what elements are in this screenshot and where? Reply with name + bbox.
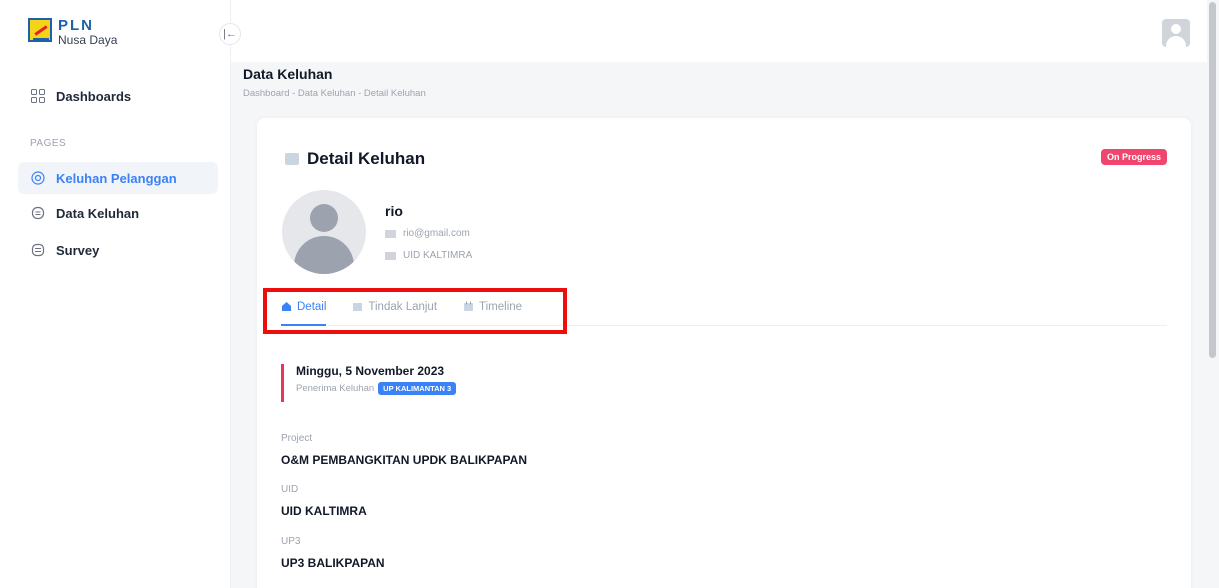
card-icon: [385, 251, 396, 260]
card-title-text: Detail Keluhan: [307, 149, 426, 168]
pln-logo[interactable]: PLN Nusa Daya: [28, 18, 117, 46]
complaint-date: Minggu, 5 November 2023: [296, 364, 445, 378]
topbar: [231, 0, 1207, 62]
field-value-up3: UP3 BALIKPAPAN: [281, 556, 385, 570]
mail-icon: [385, 229, 396, 238]
field-value-project: O&M PEMBANGKITAN UPDK BALIKPAPAN: [281, 453, 527, 467]
receiver-row: Penerima Keluhan UP KALIMANTAN 3: [296, 382, 457, 395]
field-label-project: Project: [281, 433, 313, 444]
receiver-label: Penerima Keluhan: [296, 383, 375, 394]
brand-subtitle: Nusa Daya: [58, 33, 118, 47]
profile-avatar: [282, 190, 366, 274]
pln-logo-icon: [28, 18, 52, 42]
collapse-sidebar-button[interactable]: |←: [219, 23, 241, 45]
sidebar-item-keluhan-pelanggan[interactable]: Keluhan Pelanggan: [18, 162, 218, 194]
sidebar: PLN Nusa Daya Dashboards PAGES Keluhan P…: [0, 0, 231, 588]
field-label-up3: UP3: [281, 536, 301, 547]
profile-email: rio@gmail.com: [385, 228, 470, 239]
profile-email-text: rio@gmail.com: [403, 228, 470, 239]
sidebar-item-dashboards[interactable]: Dashboards: [18, 80, 218, 112]
brand-name: PLN: [58, 17, 94, 34]
complaint-date-block: Minggu, 5 November 2023 Penerima Keluhan…: [281, 364, 457, 402]
tabs-highlight-box: [263, 288, 567, 334]
card-title: Detail Keluhan: [285, 149, 425, 169]
sidebar-item-label: Survey: [56, 242, 100, 258]
detail-card: Detail Keluhan On Progress rio rio@gmail…: [257, 118, 1191, 588]
profile-name: rio: [385, 203, 403, 219]
field-value-uid: UID KALTIMRA: [281, 504, 367, 518]
sidebar-item-label: Data Keluhan: [56, 205, 140, 221]
breadcrumb[interactable]: Dashboard - Data Keluhan - Detail Keluha…: [243, 88, 426, 99]
list-icon: [30, 242, 46, 258]
receiver-badge: UP KALIMANTAN 3: [378, 382, 457, 395]
profile-unit: UID KALTIMRA: [385, 250, 472, 261]
clipboard-icon: [30, 205, 46, 221]
support-icon: [30, 170, 46, 186]
grid-icon: [30, 88, 46, 104]
profile-unit-text: UID KALTIMRA: [403, 250, 473, 261]
field-label-uid: UID: [281, 484, 299, 495]
sidebar-item-data-keluhan[interactable]: Data Keluhan: [18, 197, 218, 229]
user-avatar[interactable]: [1162, 19, 1190, 47]
status-badge: On Progress: [1100, 149, 1167, 165]
page-scrollbar[interactable]: [1209, 2, 1216, 358]
page-title: Data Keluhan: [243, 66, 333, 82]
id-card-icon: [285, 153, 299, 165]
sidebar-item-survey[interactable]: Survey: [18, 234, 218, 266]
section-label-pages: PAGES: [30, 138, 67, 149]
collapse-left-icon: |←: [223, 28, 237, 40]
sidebar-item-label: Dashboards: [56, 88, 132, 104]
sidebar-item-label: Keluhan Pelanggan: [56, 170, 177, 186]
